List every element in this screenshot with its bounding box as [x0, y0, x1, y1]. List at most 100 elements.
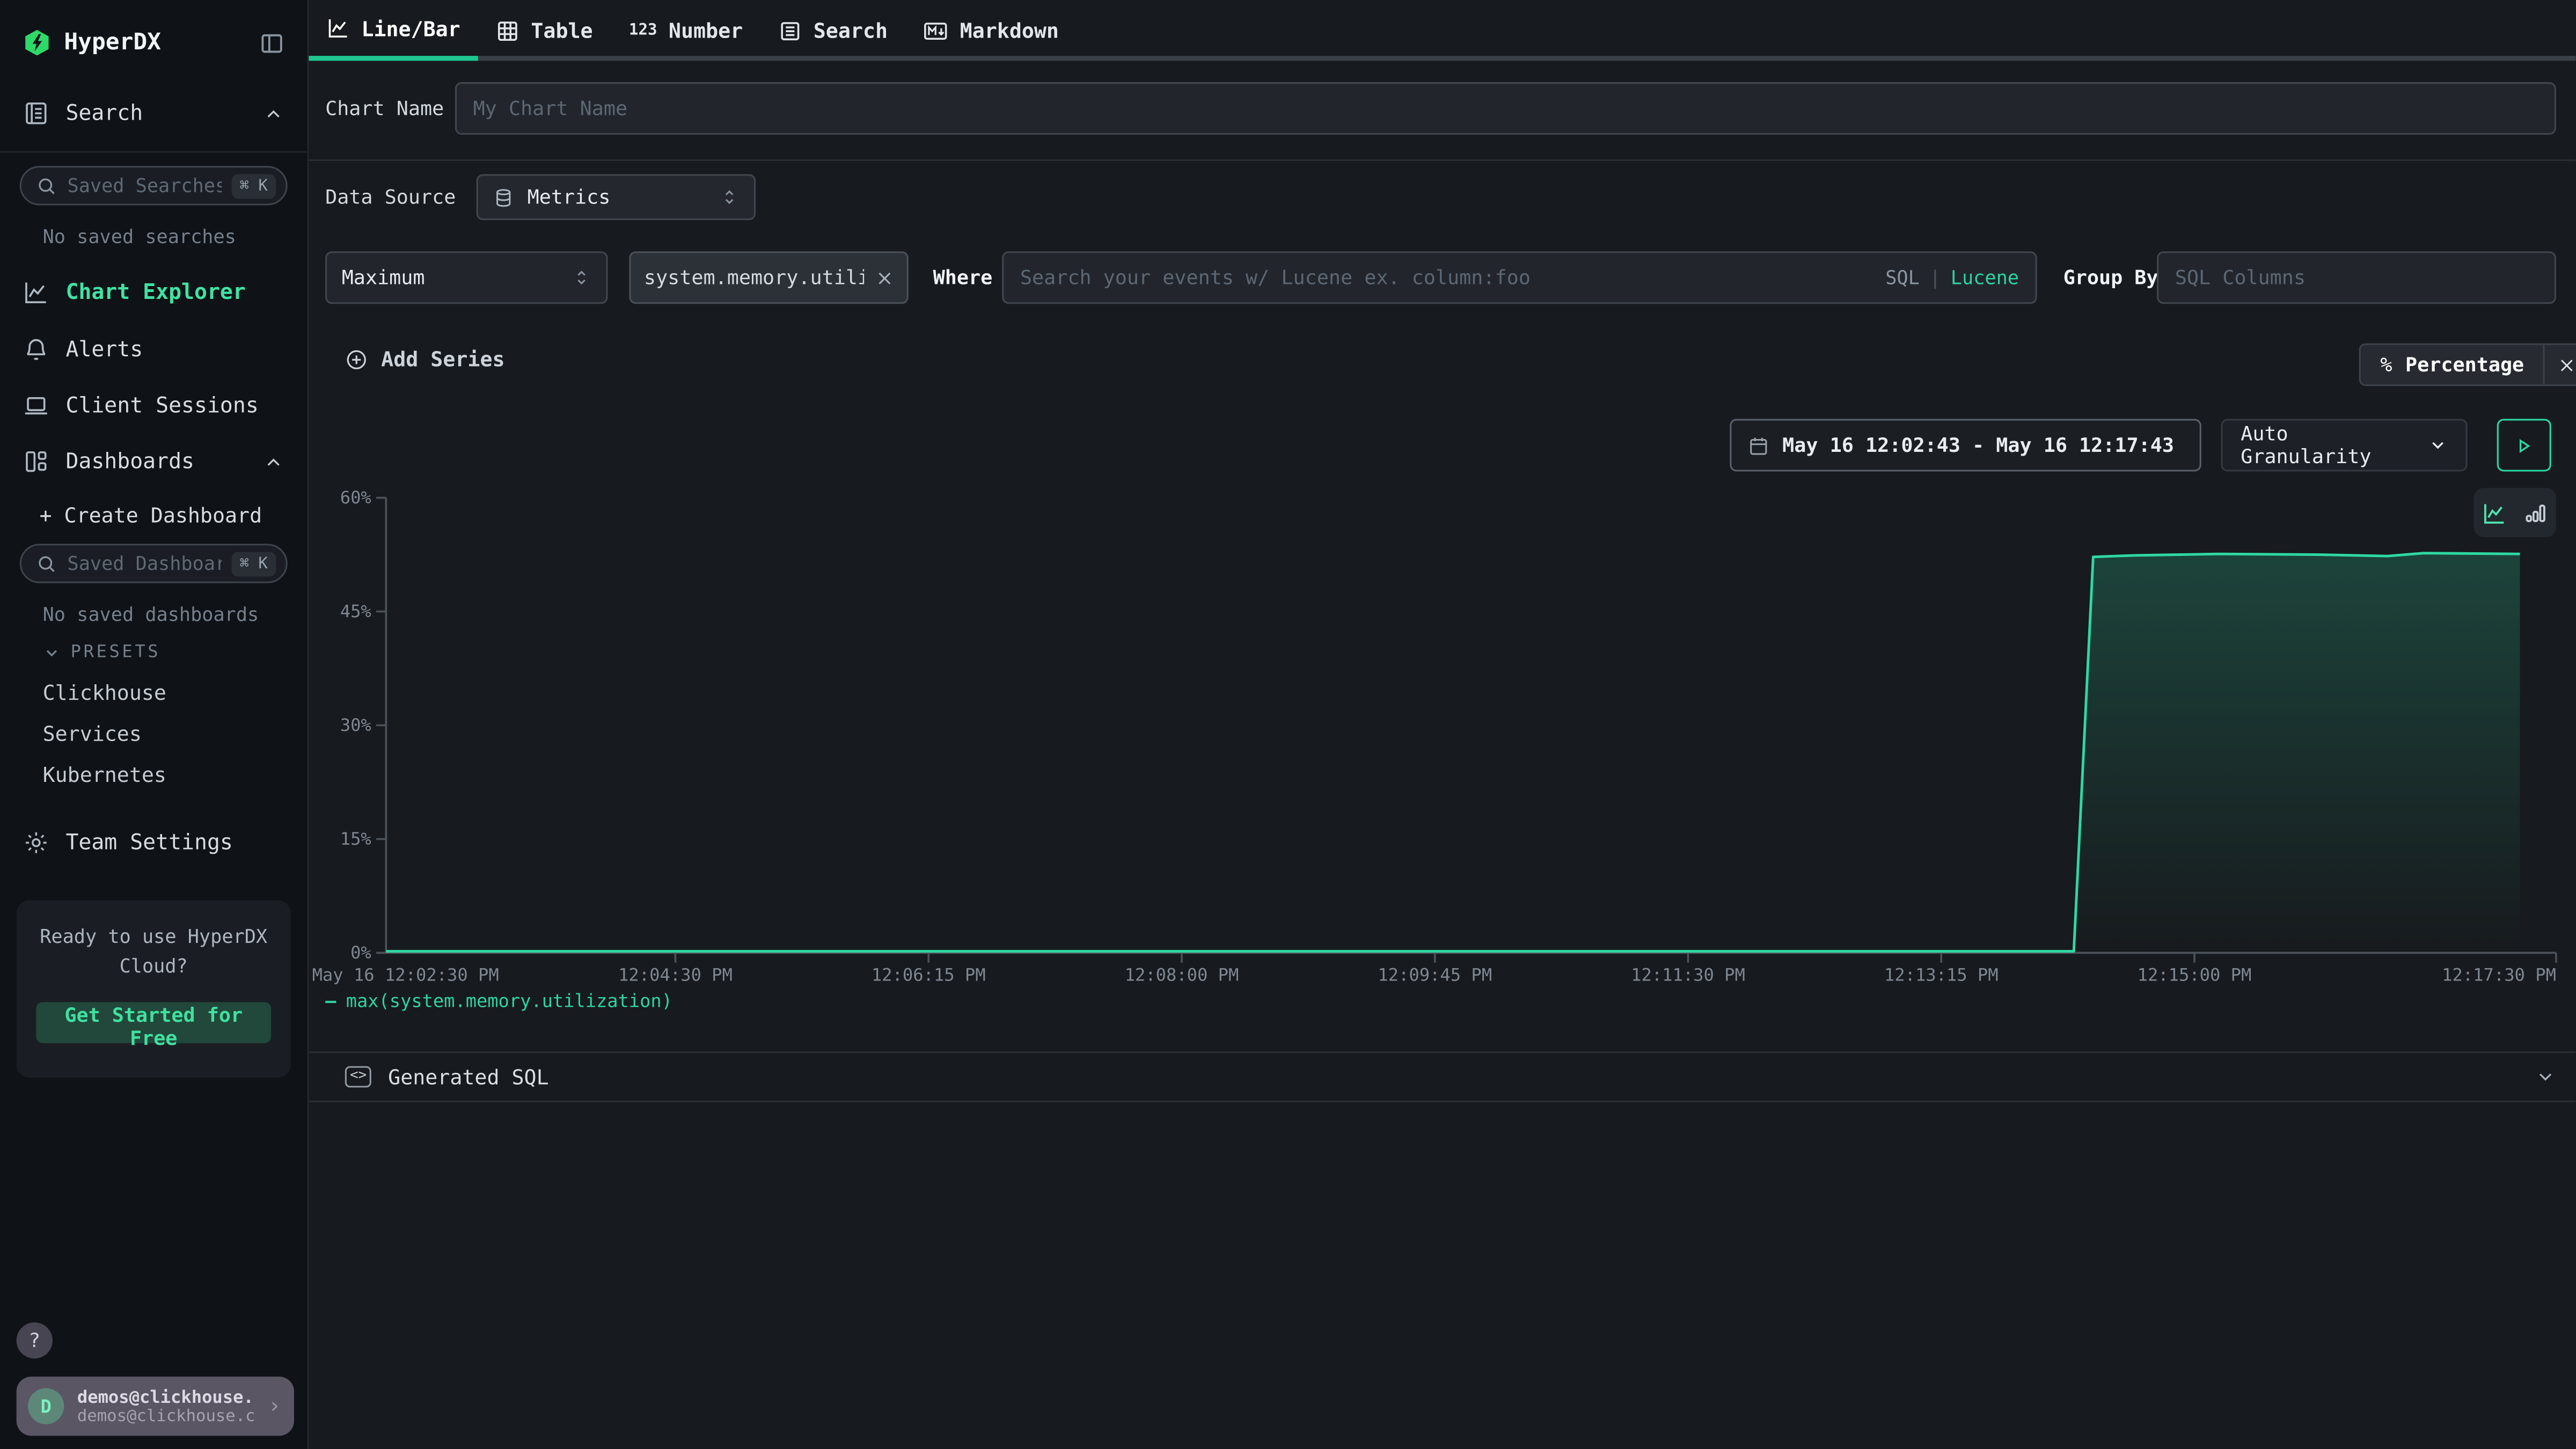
list-box-icon [779, 19, 802, 42]
chevron-up-icon[interactable] [263, 103, 284, 124]
timeseries-chart[interactable]: 0%15%30%45%60%May 16 12:02:30 PM12:04:30… [309, 485, 2575, 994]
database-icon [493, 186, 514, 208]
data-source-select[interactable]: Metrics [477, 174, 756, 220]
granularity-value: Auto Granularity [2241, 422, 2411, 469]
saved-searches-placeholder: Saved Searches [68, 174, 222, 197]
select-arrows-icon [720, 187, 740, 207]
remove-metric-icon[interactable] [876, 268, 894, 287]
preset-item-clickhouse[interactable]: Clickhouse [0, 672, 307, 713]
tab-number[interactable]: 123 Number [611, 0, 761, 61]
date-range-picker[interactable]: May 16 12:02:43 - May 16 12:17:43 [1730, 419, 2201, 472]
sidebar-item-team-settings[interactable]: Team Settings [0, 815, 307, 870]
chart-type-tabbar: Line/Bar Table 123 Number Search Markdow… [309, 0, 2575, 61]
date-range-value: May 16 12:02:43 - May 16 12:17:43 [1782, 434, 2174, 457]
svg-text:12:08:00 PM: 12:08:00 PM [1125, 964, 1239, 985]
chevron-down-icon [2535, 1066, 2556, 1088]
table-icon [496, 19, 519, 42]
create-dashboard-button[interactable]: + Create Dashboard [0, 489, 307, 537]
lucene-mode-button[interactable]: Lucene [1951, 266, 2019, 289]
line-chart-icon [327, 17, 350, 40]
chevron-up-icon[interactable] [263, 451, 284, 472]
get-started-button[interactable]: Get Started for Free [36, 1001, 271, 1043]
tab-label: Markdown [960, 18, 1059, 43]
plus-circle-icon [345, 347, 368, 370]
sql-mode-button[interactable]: SQL [1885, 266, 1920, 289]
sidebar-header: HyperDX [0, 0, 307, 85]
markdown-icon [924, 19, 948, 42]
chart-name-input[interactable] [455, 82, 2556, 135]
aggregation-select[interactable]: Maximum [325, 251, 608, 304]
percentage-remove-button[interactable] [2544, 345, 2576, 384]
sidebar-item-chart-explorer[interactable]: Chart Explorer [0, 265, 307, 320]
sidebar-item-client-sessions[interactable]: Client Sessions [0, 378, 307, 434]
user-menu[interactable]: D demos@clickhouse.com demos@clickhouse.… [17, 1377, 294, 1436]
sidebar-item-dashboards[interactable]: Dashboards [0, 434, 307, 489]
add-series-button[interactable]: Add Series [345, 347, 505, 371]
generated-sql-toggle[interactable]: <> Generated SQL [309, 1051, 2575, 1102]
tab-markdown[interactable]: Markdown [906, 0, 1077, 61]
sidebar-item-label: Client Sessions [65, 393, 258, 418]
sidebar-item-search[interactable]: Search [0, 85, 307, 141]
group-by-input[interactable] [2157, 251, 2556, 304]
percentage-button[interactable]: % Percentage [2361, 345, 2544, 384]
help-button[interactable]: ? [17, 1322, 53, 1358]
user-texts: demos@clickhouse.com demos@clickhouse.co… [77, 1387, 255, 1425]
run-query-button[interactable] [2497, 419, 2551, 472]
presets-label: PRESETS [71, 642, 161, 662]
sidebar: HyperDX Search Saved Searches ⌘ K No sav… [0, 0, 309, 1449]
presets-toggle[interactable]: PRESETS [0, 629, 307, 672]
svg-text:12:06:15 PM: 12:06:15 PM [872, 964, 986, 985]
tab-table[interactable]: Table [478, 0, 611, 61]
svg-text:15%: 15% [340, 829, 371, 849]
tab-label: Search [814, 18, 888, 43]
sidebar-footer: ? D demos@clickhouse.com demos@clickhous… [0, 1322, 307, 1449]
metric-tag[interactable]: system.memory.utilization [629, 251, 908, 304]
data-source-label: Data Source [325, 186, 456, 209]
chart-legend: — max(system.memory.utilization) [325, 991, 672, 1012]
search-icon [36, 553, 57, 574]
svg-text:12:11:30 PM: 12:11:30 PM [1631, 964, 1745, 985]
where-input-group: SQL | Lucene [1002, 251, 2037, 304]
tab-line-bar[interactable]: Line/Bar [309, 0, 478, 61]
toggle-divider: | [1929, 266, 1941, 289]
aggregation-value: Maximum [342, 266, 559, 289]
metric-tag-label: system.memory.utilization [644, 266, 864, 289]
line-chart-icon [23, 279, 49, 305]
svg-text:30%: 30% [340, 715, 371, 735]
cloud-promo-text: Ready to use HyperDX Cloud? [36, 923, 271, 982]
svg-text:45%: 45% [340, 601, 371, 621]
sidebar-item-label: Team Settings [65, 830, 232, 855]
percent-icon: % [2380, 353, 2392, 376]
tab-search[interactable]: Search [761, 0, 906, 61]
search-icon [36, 175, 57, 196]
preset-item-services[interactable]: Services [0, 713, 307, 754]
add-series-label: Add Series [381, 347, 504, 371]
preset-item-kubernetes[interactable]: Kubernetes [0, 754, 307, 795]
granularity-select[interactable]: Auto Granularity [2221, 419, 2467, 472]
data-source-value: Metrics [528, 186, 707, 209]
user-email: demos@clickhouse.com [77, 1387, 255, 1407]
where-search-input[interactable] [1004, 266, 1885, 289]
legend-swatch: — [325, 991, 336, 1012]
saved-dashboards-input[interactable]: Saved Dashboards ⌘ K [20, 544, 288, 583]
tab-label: Line/Bar [361, 16, 460, 40]
cloud-promo-card: Ready to use HyperDX Cloud? Get Started … [17, 900, 291, 1077]
shortcut-badge: ⌘ K [231, 173, 276, 198]
bell-icon [23, 337, 49, 363]
saved-searches-input[interactable]: Saved Searches ⌘ K [20, 166, 288, 205]
sidebar-item-alerts[interactable]: Alerts [0, 322, 307, 378]
collapse-sidebar-icon[interactable] [260, 31, 284, 55]
journal-icon [23, 100, 49, 127]
generated-sql-label: Generated SQL [388, 1065, 2518, 1089]
laptop-icon [23, 393, 49, 419]
svg-text:12:15:00 PM: 12:15:00 PM [2138, 964, 2252, 985]
main-content: Line/Bar Table 123 Number Search Markdow… [309, 0, 2575, 1449]
sidebar-item-label: Chart Explorer [65, 280, 245, 305]
svg-text:12:09:45 PM: 12:09:45 PM [1378, 964, 1492, 985]
tab-label: Number [669, 18, 743, 43]
sidebar-item-label: Alerts [65, 338, 143, 362]
chart-name-label: Chart Name [325, 97, 444, 120]
group-by-label: Group By [2063, 266, 2158, 289]
divider [0, 151, 307, 153]
svg-text:12:13:15 PM: 12:13:15 PM [1884, 964, 1999, 985]
